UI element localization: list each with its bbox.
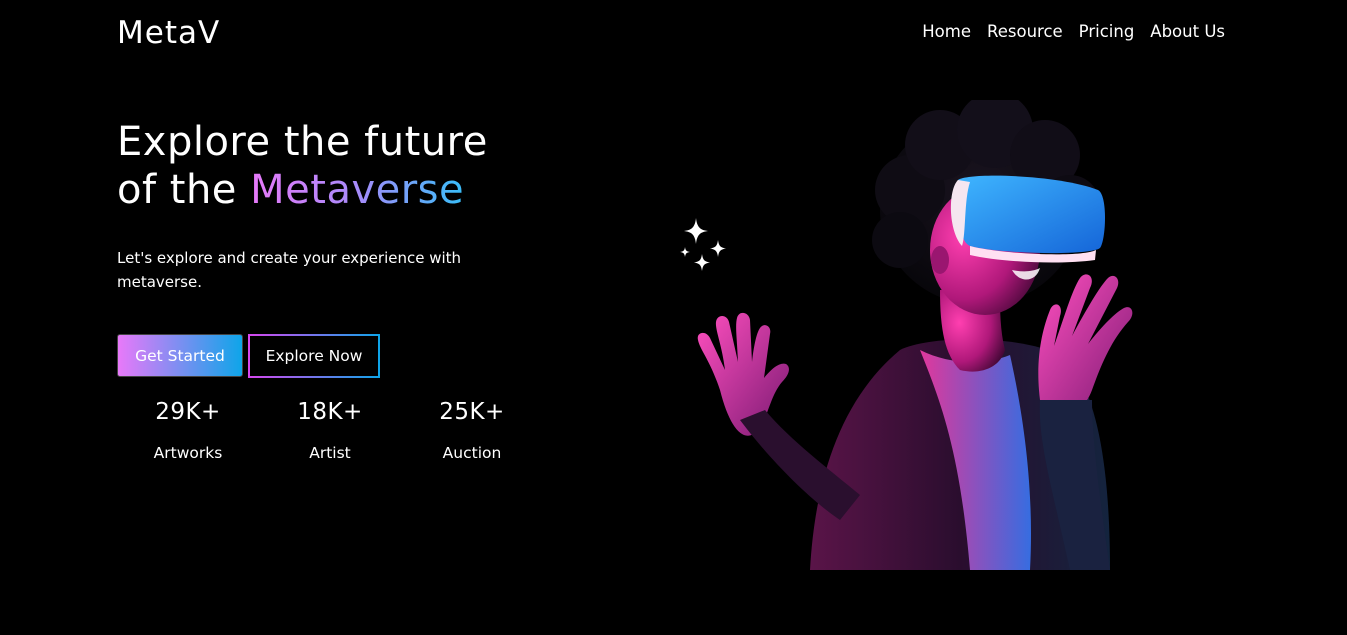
nav-home-link[interactable]: Home <box>922 20 971 44</box>
explore-now-button[interactable]: Explore Now <box>248 334 380 378</box>
hero-title-line2-prefix: of the <box>117 167 251 213</box>
stat-label: Artworks <box>153 444 223 462</box>
stat-auction: 25K+ Auction <box>407 396 537 464</box>
nav-pricing-link[interactable]: Pricing <box>1079 20 1135 44</box>
vr-headset-person-illustration <box>697 100 1133 570</box>
hero-title: Explore the future of the Metaverse <box>117 118 488 214</box>
stat-value: 18K+ <box>297 399 363 425</box>
hero-subtitle: Let's explore and create your experience… <box>117 249 462 291</box>
nav-resource-link[interactable]: Resource <box>987 20 1063 44</box>
stat-label: Artist <box>309 444 351 462</box>
brand-logo[interactable]: MetaV <box>117 14 220 52</box>
stat-artworks: 29K+ Artworks <box>123 396 253 464</box>
landing-page: MetaV Home Resource Pricing About Us Exp… <box>0 0 1347 635</box>
stat-artist: 18K+ Artist <box>265 396 395 464</box>
hero-title-highlight: Metaverse <box>250 167 465 213</box>
get-started-button[interactable]: Get Started <box>117 334 243 377</box>
stat-label: Auction <box>442 444 502 462</box>
stat-value: 25K+ <box>439 399 505 425</box>
main-nav: Home Resource Pricing About Us <box>922 20 1225 44</box>
stat-value: 29K+ <box>155 399 221 425</box>
explore-now-button-label: Explore Now <box>250 336 378 376</box>
hero-title-line1: Explore the future <box>117 119 488 165</box>
nav-about-us-link[interactable]: About Us <box>1150 20 1225 44</box>
